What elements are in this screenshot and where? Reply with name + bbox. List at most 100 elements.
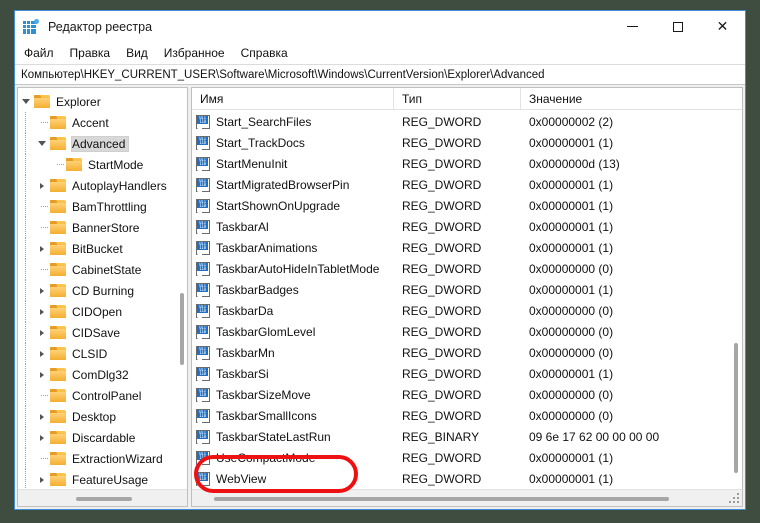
chevron-right-icon[interactable]	[34, 469, 50, 489]
registry-value-row[interactable]: 011 110 TaskbarDa REG_DWORD 0x00000000 (0)	[192, 300, 742, 321]
tree-item-startmode[interactable]: StartMode	[18, 154, 187, 175]
menu-view[interactable]: Вид	[118, 44, 156, 62]
tree-item-accent[interactable]: Accent	[18, 112, 187, 133]
registry-value-row[interactable]: 011 110 TaskbarSi REG_DWORD 0x00000001 (1)	[192, 363, 742, 384]
registry-value-row[interactable]: 011 110 TaskbarBadges REG_DWORD 0x00000001 (…	[192, 279, 742, 300]
tree-item-clsid[interactable]: CLSID	[18, 343, 187, 364]
tree-item-label: CabinetState	[72, 262, 142, 277]
tree-item-bitbucket[interactable]: BitBucket	[18, 238, 187, 259]
tree-item-cd-burning[interactable]: CD Burning	[18, 280, 187, 301]
registry-value-row[interactable]: 011 110 TaskbarAnimations REG_DWORD 0x000000…	[192, 237, 742, 258]
chevron-right-icon[interactable]	[34, 175, 50, 196]
registry-value-row[interactable]: 011 110 WebView REG_DWORD 0x00000001 (1)	[192, 468, 742, 489]
chevron-right-icon[interactable]	[34, 343, 50, 364]
minimize-button[interactable]	[610, 11, 655, 42]
list-hscroll-thumb[interactable]	[214, 497, 669, 501]
chevron-down-icon[interactable]	[18, 91, 34, 112]
chevron-right-icon[interactable]	[34, 427, 50, 448]
registry-value-row[interactable]: 011 110 StartMigratedBrowserPin REG_DWORD 0x…	[192, 174, 742, 195]
window-controls: ✕	[610, 11, 745, 42]
tree-connector	[34, 196, 50, 217]
close-button[interactable]: ✕	[700, 11, 745, 42]
registry-value-row[interactable]: 011 110 TaskbarMn REG_DWORD 0x00000000 (0)	[192, 342, 742, 363]
value-name-cell: 011 110 TaskbarAnimations	[192, 240, 394, 255]
chevron-down-icon[interactable]	[34, 133, 50, 154]
folder-icon	[50, 305, 66, 318]
maximize-button[interactable]	[655, 11, 700, 42]
registry-tree[interactable]: Explorer Accent Advanced StartMode AutoplayH…	[18, 88, 187, 489]
registry-values-list[interactable]: 011 110 Start_SearchFiles REG_DWORD 0x000000…	[192, 110, 742, 489]
column-header-type[interactable]: Тип	[394, 88, 521, 110]
chevron-right-icon[interactable]	[34, 301, 50, 322]
value-name: StartShownOnUpgrade	[216, 198, 341, 213]
chevron-right-icon[interactable]	[34, 406, 50, 427]
registry-value-row[interactable]: 011 110 TaskbarSizeMove REG_DWORD 0x00000000…	[192, 384, 742, 405]
tree-item-extractionwizard[interactable]: ExtractionWizard	[18, 448, 187, 469]
tree-item-comdlg32[interactable]: ComDlg32	[18, 364, 187, 385]
tree-item-advanced[interactable]: Advanced	[18, 133, 187, 154]
registry-value-icon: 011 110	[196, 366, 211, 381]
tree-item-discardable[interactable]: Discardable	[18, 427, 187, 448]
tree-item-desktop[interactable]: Desktop	[18, 406, 187, 427]
tree-vertical-scrollbar[interactable]	[180, 293, 184, 365]
folder-icon	[50, 347, 66, 360]
tree-item-cidsave[interactable]: CIDSave	[18, 322, 187, 343]
tree-item-featureusage[interactable]: FeatureUsage	[18, 469, 187, 489]
registry-value-row[interactable]: 011 110 TaskbarAutoHideInTabletMode REG_DWO…	[192, 258, 742, 279]
value-data: 0x00000001 (1)	[529, 471, 614, 486]
folder-icon	[50, 221, 66, 234]
value-data: 0x00000000 (0)	[529, 303, 614, 318]
folder-icon	[50, 452, 66, 465]
list-horizontal-scrollbar[interactable]	[192, 489, 742, 506]
registry-value-row[interactable]: 011 110 TaskbarSmallIcons REG_DWORD 0x000000…	[192, 405, 742, 426]
tree-item-autoplayhandlers[interactable]: AutoplayHandlers	[18, 175, 187, 196]
menu-edit[interactable]: Правка	[62, 44, 119, 62]
tree-item-label: BannerStore	[72, 220, 140, 235]
tree-item-bamthrottling[interactable]: BamThrottling	[18, 196, 187, 217]
menu-favorites[interactable]: Избранное	[156, 44, 233, 62]
registry-value-icon: 011 110	[196, 156, 211, 171]
tree-item-label: FeatureUsage	[72, 472, 149, 487]
tree-item-controlpanel[interactable]: ControlPanel	[18, 385, 187, 406]
column-header-name[interactable]: Имя	[192, 88, 394, 110]
address-bar[interactable]: Компьютер\HKEY_CURRENT_USER\Software\Mic…	[15, 64, 745, 85]
value-name: StartMigratedBrowserPin	[216, 177, 350, 192]
value-name: Start_TrackDocs	[216, 135, 305, 150]
tree-item-cidopen[interactable]: CIDOpen	[18, 301, 187, 322]
registry-path: Компьютер\HKEY_CURRENT_USER\Software\Mic…	[21, 68, 545, 81]
tree-item-label: CIDOpen	[72, 304, 123, 319]
menu-help[interactable]: Справка	[233, 44, 296, 62]
registry-value-row[interactable]: 011 110 StartShownOnUpgrade REG_DWORD 0x0000…	[192, 195, 742, 216]
registry-value-icon: 011 110	[196, 450, 211, 465]
registry-value-row[interactable]: 011 110 TaskbarStateLastRun REG_BINARY 09 6e…	[192, 426, 742, 447]
registry-value-row[interactable]: 011 110 TaskbarAl REG_DWORD 0x00000001 (1)	[192, 216, 742, 237]
folder-icon	[50, 410, 66, 423]
list-vertical-scrollbar[interactable]	[734, 343, 738, 473]
menu-file[interactable]: Файл	[16, 44, 62, 62]
registry-value-row[interactable]: 011 110 Start_SearchFiles REG_DWORD 0x000000…	[192, 111, 742, 132]
tree-horizontal-scrollbar[interactable]	[18, 489, 187, 506]
value-name-cell: 011 110 TaskbarAl	[192, 219, 394, 234]
registry-editor-window: Редактор реестра ✕ Файл Правка Вид Избра…	[14, 10, 746, 510]
tree-indent	[18, 238, 34, 259]
value-type: REG_DWORD	[402, 387, 482, 402]
tree-indent	[18, 427, 34, 448]
registry-value-row[interactable]: 011 110 TaskbarGlomLevel REG_DWORD 0x0000000…	[192, 321, 742, 342]
tree-item-bannerstore[interactable]: BannerStore	[18, 217, 187, 238]
tree-item-explorer[interactable]: Explorer	[18, 91, 187, 112]
chevron-right-icon[interactable]	[34, 364, 50, 385]
chevron-right-icon[interactable]	[34, 280, 50, 301]
registry-value-icon: 011 110	[196, 324, 211, 339]
tree-indent	[18, 175, 34, 196]
tree-hscroll-thumb[interactable]	[76, 497, 132, 501]
value-type: REG_DWORD	[402, 450, 482, 465]
registry-values-pane: Имя Тип Значение 011 110 Start_SearchFiles…	[191, 87, 743, 507]
tree-item-cabinetstate[interactable]: CabinetState	[18, 259, 187, 280]
registry-value-row[interactable]: 011 110 UseCompactMode REG_DWORD 0x00000001 …	[192, 447, 742, 468]
resize-grip[interactable]	[729, 493, 739, 503]
chevron-right-icon[interactable]	[34, 238, 50, 259]
column-header-value[interactable]: Значение	[521, 88, 742, 110]
registry-value-row[interactable]: 011 110 Start_TrackDocs REG_DWORD 0x00000001…	[192, 132, 742, 153]
chevron-right-icon[interactable]	[34, 322, 50, 343]
registry-value-row[interactable]: 011 110 StartMenuInit REG_DWORD 0x0000000d (…	[192, 153, 742, 174]
